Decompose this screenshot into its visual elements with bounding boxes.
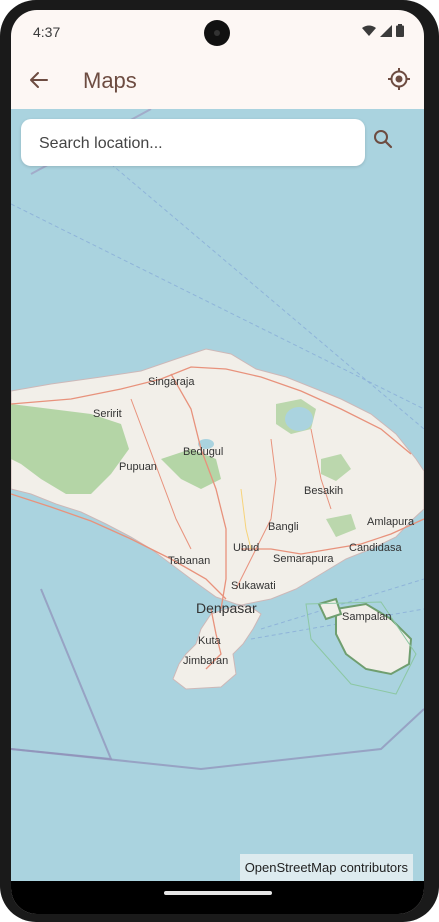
map-label: Pupuan — [119, 461, 157, 473]
app-bar: Maps — [11, 54, 424, 110]
map-label: Sampalan — [342, 611, 392, 623]
navigation-bar — [11, 881, 424, 914]
status-icons — [362, 24, 404, 42]
my-location-button[interactable] — [384, 66, 414, 96]
map-label: Ubud — [233, 542, 259, 554]
home-indicator[interactable] — [164, 891, 272, 895]
map-view[interactable]: Singaraja Seririt Bedugul Pupuan Besakih… — [11, 109, 424, 881]
map-canvas[interactable]: Singaraja Seririt Bedugul Pupuan Besakih… — [11, 109, 424, 881]
map-label: Besakih — [304, 485, 343, 497]
signal-icon — [380, 24, 392, 42]
phone-frame: 4:37 Maps Singaraja Seririt Bedugul Pupu… — [0, 0, 439, 922]
map-label: Tabanan — [168, 555, 210, 567]
screen: 4:37 Maps Singaraja Seririt Bedugul Pupu… — [11, 10, 424, 914]
search-input[interactable] — [37, 119, 361, 168]
map-label: Semarapura — [273, 553, 334, 565]
map-attribution[interactable]: OpenStreetMap contributors — [239, 854, 413, 881]
map-label: Sukawati — [231, 580, 276, 592]
wifi-icon — [362, 24, 376, 42]
map-label: Bedugul — [183, 446, 223, 458]
camera-cutout — [204, 20, 230, 46]
map-label: Candidasa — [349, 542, 402, 554]
search-button[interactable] — [373, 129, 403, 159]
map-label: Kuta — [198, 635, 222, 647]
back-button[interactable] — [25, 68, 53, 96]
map-label: Jimbaran — [183, 655, 228, 667]
map-label: Bangli — [268, 521, 299, 533]
map-label: Denpasar — [196, 600, 257, 616]
battery-icon — [396, 24, 404, 42]
status-time: 4:37 — [33, 24, 61, 40]
map-label: Amlapura — [367, 516, 415, 528]
search-box — [21, 119, 365, 168]
page-title: Maps — [83, 68, 137, 93]
map-label: Singaraja — [148, 376, 195, 388]
my-location-icon — [387, 67, 411, 96]
status-bar: 4:37 — [11, 10, 424, 54]
arrow-back-icon — [29, 70, 49, 95]
map-label: Seririt — [93, 408, 122, 420]
